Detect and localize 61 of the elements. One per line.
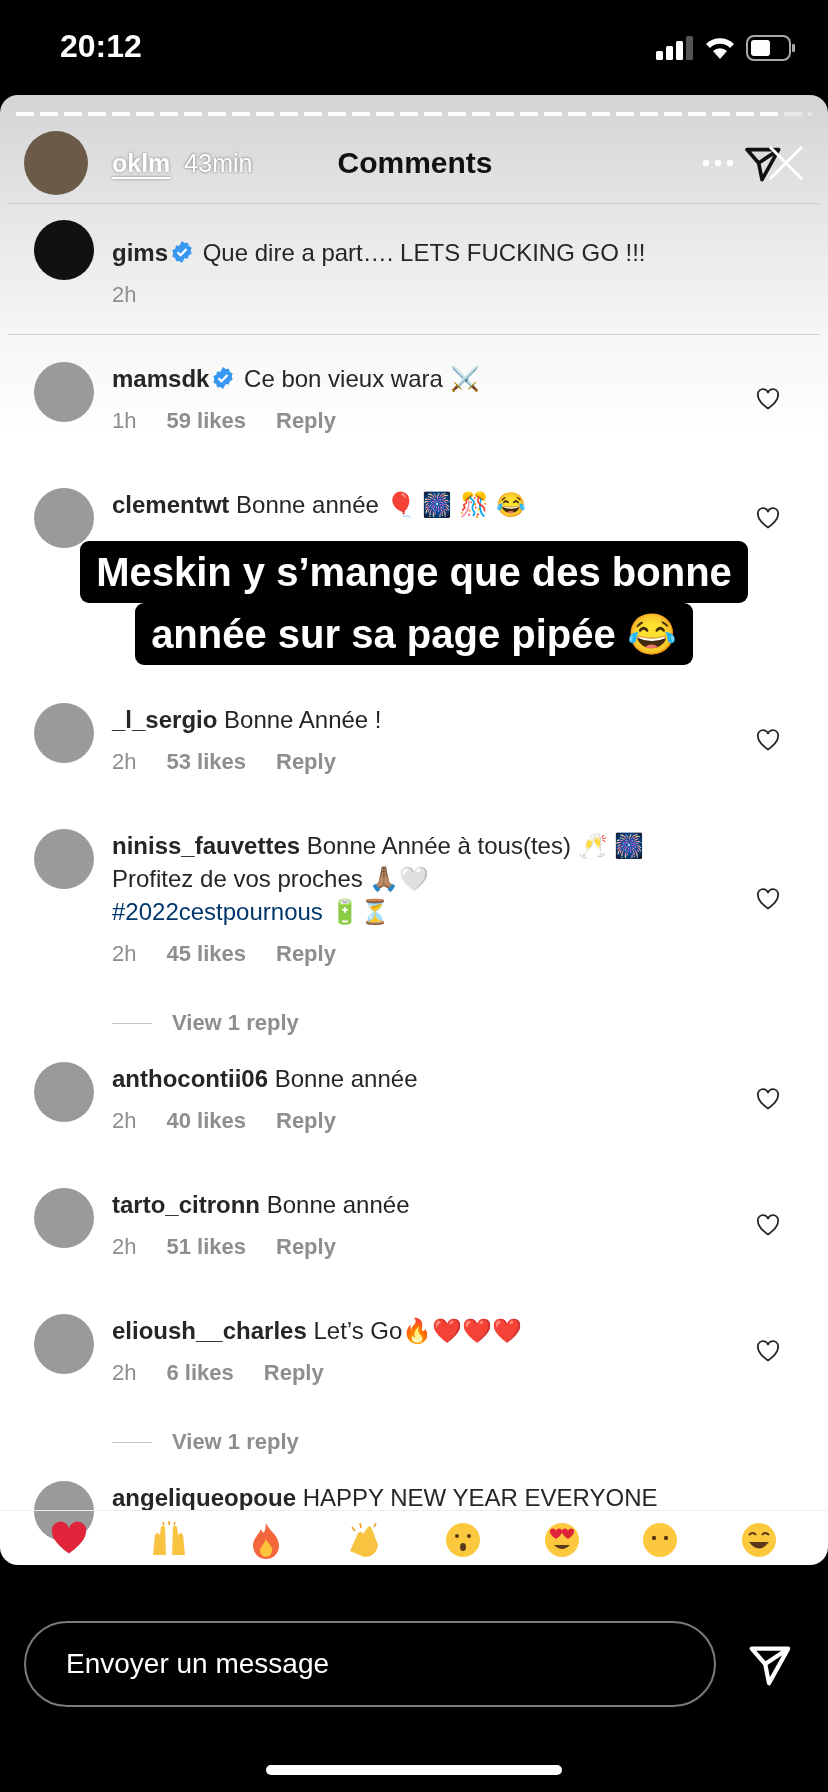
username-link[interactable]: angeliqueopoue bbox=[112, 1484, 296, 1511]
comment-text: _l_sergio Bonne Année ! bbox=[112, 705, 383, 735]
likes-count[interactable]: 45 likes bbox=[166, 939, 246, 969]
reply-link[interactable]: Reply bbox=[276, 406, 336, 436]
username-link[interactable]: _l_sergio bbox=[112, 706, 218, 733]
avatar-photo[interactable] bbox=[34, 220, 94, 280]
comment-time: 2h bbox=[112, 1233, 137, 1261]
wifi-icon bbox=[704, 35, 736, 60]
hashtag-link[interactable]: #2022cestpournous bbox=[112, 898, 323, 925]
reply-link[interactable]: Reply bbox=[263, 1358, 324, 1388]
surprised-face-icon[interactable] bbox=[444, 1521, 483, 1559]
heart-icon[interactable] bbox=[756, 729, 780, 751]
likes-count[interactable]: 59 likes bbox=[166, 406, 246, 436]
comment-text: niniss_fauvettes Bonne Année à tous(tes) 🥂 🎆 Profitez de vos proches 🙏🏽🤍 #2022cestpournous 🔋⏳ bbox=[112, 831, 646, 927]
clock-time: 20:12 bbox=[60, 28, 142, 65]
view-replies-link[interactable]: View 1 reply bbox=[172, 1008, 299, 1038]
comment-text: anthocontii06 Bonne année bbox=[112, 1064, 419, 1094]
heart-icon[interactable] bbox=[756, 507, 780, 529]
username-link[interactable]: clementwt bbox=[112, 491, 230, 518]
likes-count[interactable]: 53 likes bbox=[166, 747, 246, 777]
comment-time: 2h bbox=[112, 940, 137, 968]
comment-text: tarto_citronn Bonne année bbox=[112, 1190, 411, 1220]
heart-icon[interactable] bbox=[756, 1088, 780, 1110]
heart-icon[interactable] bbox=[756, 1340, 780, 1362]
close-icon[interactable] bbox=[766, 143, 806, 183]
view-replies-link[interactable]: View 1 reply bbox=[172, 1427, 299, 1457]
likes-count[interactable]: 6 likes bbox=[166, 1358, 234, 1388]
comment-text: gims Que dire a part…. LETS FUCKING GO !!! bbox=[112, 238, 647, 268]
reply-link[interactable]: Reply bbox=[276, 1232, 336, 1262]
likes-count[interactable]: 40 likes bbox=[166, 1106, 246, 1136]
comment-time: 2h bbox=[112, 748, 137, 776]
signal-icon bbox=[656, 35, 694, 60]
neutral-face-icon[interactable] bbox=[641, 1521, 680, 1559]
comment-time: 2h bbox=[112, 1359, 137, 1387]
battery-icon bbox=[746, 34, 796, 61]
panel-title: Comments bbox=[337, 146, 493, 180]
heart-icon[interactable] bbox=[756, 1214, 780, 1236]
username-link[interactable]: elioush__charles bbox=[112, 1317, 307, 1344]
story-time: 43min bbox=[184, 148, 253, 178]
comment-text: angeliqueopoue HAPPY NEW YEAR EVERYONE bbox=[112, 1483, 659, 1513]
comment-time: 2h bbox=[112, 1107, 137, 1135]
comment-text: mamsdk Ce bon vieux wara ⚔ bbox=[112, 364, 481, 394]
comment-text: clementwt Bonne année 🎈 🎆 🎊 😂 bbox=[112, 490, 527, 520]
heart-icon[interactable] bbox=[756, 888, 780, 910]
laughing-face-icon[interactable] bbox=[739, 1521, 778, 1559]
heart-icon[interactable] bbox=[756, 388, 780, 410]
likes-count[interactable]: 51 likes bbox=[166, 1232, 246, 1262]
heart-eyes-face-icon[interactable] bbox=[542, 1521, 581, 1559]
comment-text: elioush__charles Let’s Go🔥❤❤❤ bbox=[112, 1316, 524, 1346]
comment-time: 2h bbox=[112, 281, 137, 309]
username-link[interactable]: mamsdk bbox=[112, 365, 210, 392]
username-link[interactable]: tarto_citronn bbox=[112, 1191, 260, 1218]
reply-link[interactable]: Reply bbox=[276, 747, 336, 777]
username-link[interactable]: gims bbox=[112, 239, 168, 266]
comment-time: 1h bbox=[112, 407, 137, 435]
username-link[interactable]: niniss_fauvettes bbox=[112, 832, 301, 859]
reply-link[interactable]: Reply bbox=[276, 1106, 336, 1136]
message-field[interactable]: Envoyer un message bbox=[24, 1621, 716, 1707]
reply-link[interactable]: Reply bbox=[276, 939, 336, 969]
avatar-photo[interactable] bbox=[34, 488, 94, 548]
username-link[interactable]: anthocontii06 bbox=[112, 1065, 268, 1092]
